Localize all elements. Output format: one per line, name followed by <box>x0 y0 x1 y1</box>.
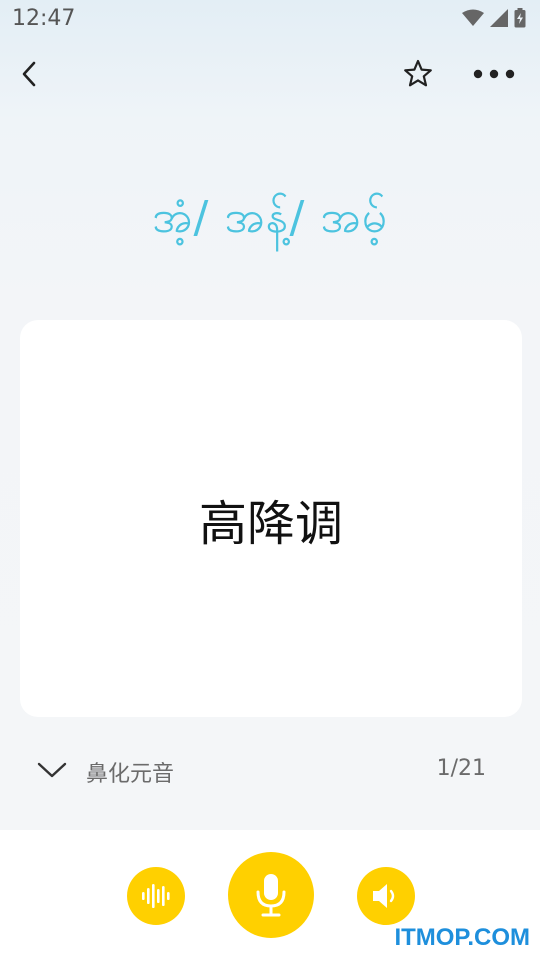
back-button[interactable] <box>10 54 50 94</box>
page-counter: 1/21 <box>436 756 486 781</box>
screen: 12:47 အံ့/ အန့်/ အမ့် 高降调 鼻化元音 1/21 ITMO… <box>0 0 540 960</box>
sound-wave-icon <box>142 884 170 908</box>
status-bar: 12:47 <box>0 0 540 40</box>
favorite-button[interactable] <box>398 54 438 94</box>
status-time: 12:47 <box>12 6 76 31</box>
playback-button[interactable] <box>357 867 415 925</box>
battery-charging-icon <box>514 8 526 28</box>
microphone-icon <box>256 874 286 917</box>
play-original-button[interactable] <box>127 867 185 925</box>
card-text: 高降调 <box>198 495 343 552</box>
star-outline-icon <box>404 59 432 87</box>
wifi-icon <box>462 9 484 26</box>
top-bar <box>0 44 540 104</box>
back-chevron-icon <box>22 61 36 87</box>
status-icons <box>462 6 526 30</box>
watermark: ITMOP.COM <box>394 924 530 951</box>
lesson-title: 鼻化元音 <box>86 762 175 787</box>
lesson-heading: အံ့/ အန့်/ အမ့် <box>152 192 388 243</box>
info-row: 鼻化元音 1/21 <box>0 746 540 794</box>
cell-signal-icon <box>490 9 508 27</box>
speaker-icon <box>373 884 395 908</box>
chevron-down-icon <box>37 762 67 778</box>
record-button[interactable] <box>228 852 314 938</box>
more-dots-icon <box>473 69 515 79</box>
more-options-button[interactable] <box>468 54 520 94</box>
flash-card[interactable]: 高降调 <box>20 320 522 717</box>
expand-list-button[interactable] <box>34 752 70 788</box>
